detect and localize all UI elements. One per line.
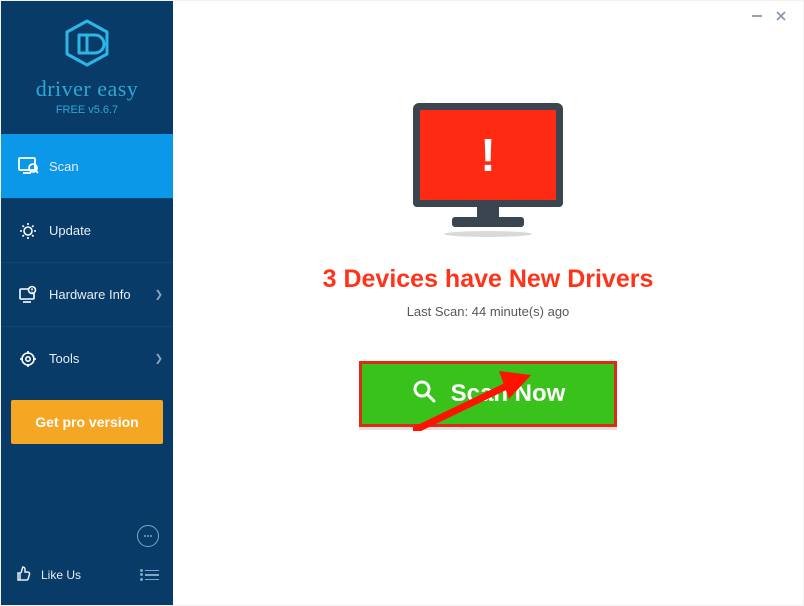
title-bar [173,1,803,31]
update-icon [15,221,41,241]
scan-icon [15,155,41,177]
like-us-button[interactable]: Like Us [1,557,173,593]
hardware-icon [15,285,41,305]
brand-name: driver easy [1,76,173,102]
window-close-button[interactable] [769,4,793,28]
get-pro-label: Get pro version [35,414,138,430]
sidebar-item-label: Update [49,223,91,238]
brand-version: FREE v5.6.7 [1,104,173,116]
sidebar-item-hardware-info[interactable]: Hardware Info ❯ [1,262,173,326]
like-us-label: Like Us [41,568,81,582]
scan-now-label: Scan Now [451,380,566,408]
tools-icon [15,349,41,369]
window-minimize-button[interactable] [745,4,769,28]
sidebar-item-scan[interactable]: Scan [1,134,173,198]
sidebar-item-label: Scan [49,159,79,174]
sidebar-item-label: Hardware Info [49,287,131,302]
app-window: driver easy FREE v5.6.7 Scan [1,1,803,605]
thumbs-up-icon [15,565,33,586]
sidebar-nav: Scan Update [1,134,173,390]
menu-list-icon[interactable] [145,570,159,581]
content-area: ! 3 Devices have New Drivers Last Scan: … [173,31,803,605]
chevron-right-icon: ❯ [155,353,163,364]
sidebar-footer: Like Us [1,517,173,605]
scan-now-button[interactable]: Scan Now [359,361,617,427]
brand-logo-icon [65,54,109,71]
feedback-icon[interactable] [137,525,159,547]
sidebar-item-tools[interactable]: Tools ❯ [1,326,173,390]
alert-monitor-icon: ! [413,103,563,237]
sidebar-item-update[interactable]: Update [1,198,173,262]
chevron-right-icon: ❯ [155,289,163,300]
get-pro-button[interactable]: Get pro version [11,400,163,444]
sidebar: driver easy FREE v5.6.7 Scan [1,1,173,605]
sidebar-item-label: Tools [49,351,79,366]
status-headline: 3 Devices have New Drivers [323,265,654,294]
search-icon [411,378,437,411]
last-scan-label: Last Scan: 44 minute(s) ago [407,304,570,319]
main-panel: ! 3 Devices have New Drivers Last Scan: … [173,1,803,605]
brand-block: driver easy FREE v5.6.7 [1,1,173,128]
